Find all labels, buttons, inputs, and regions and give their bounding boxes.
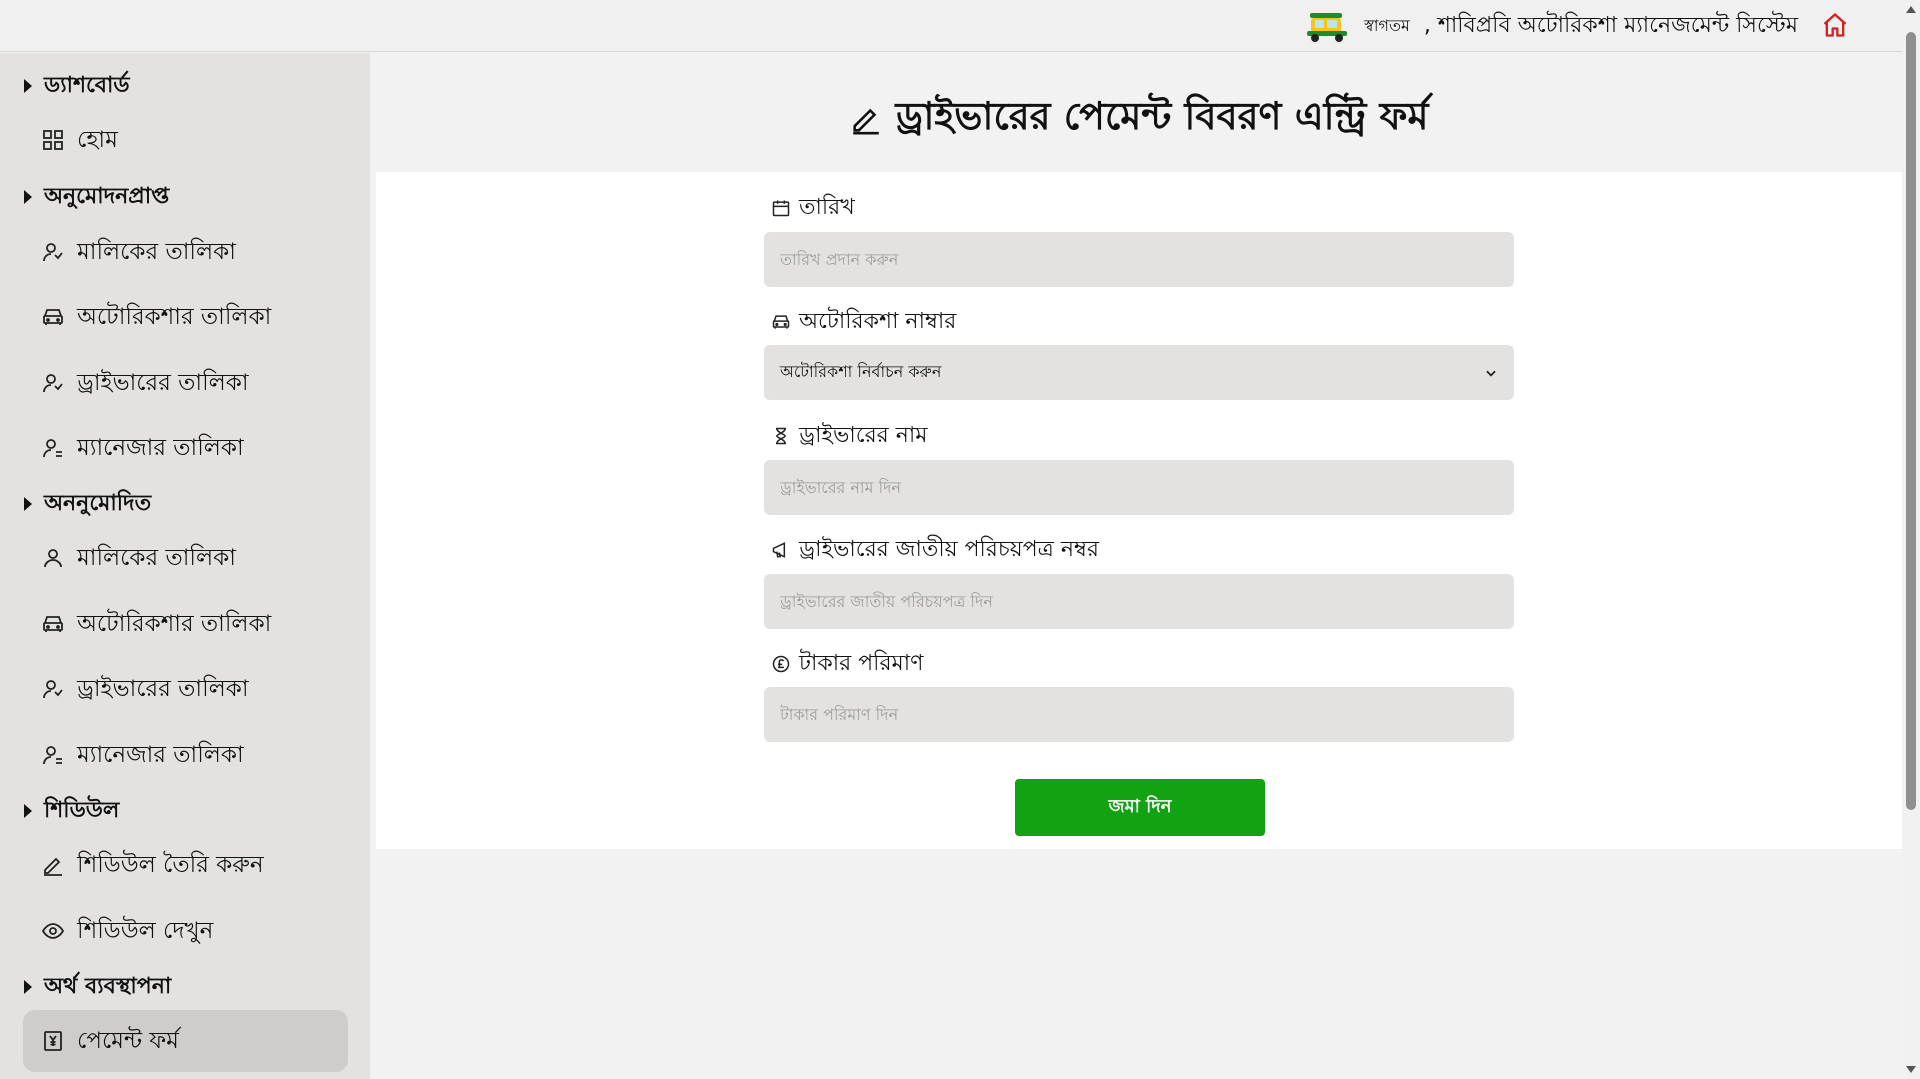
sidebar: ড্যাশবোর্ড হোম অনুমোদনপ্রাপ্ত মালিকের তা…	[0, 53, 370, 1079]
date-input[interactable]	[764, 232, 1514, 287]
section-label: শিডিউল	[44, 797, 120, 823]
sidebar-item-label: শিডিউল তৈরি করুন	[77, 851, 264, 878]
vehicle-icon	[43, 616, 63, 632]
submit-button[interactable]: জমা দিন	[1015, 779, 1265, 836]
page-title: ড্রাইভারের পেমেন্ট বিবরণ এন্ট্রি ফর্ম	[376, 87, 1902, 151]
date-label: তারিখ	[771, 192, 855, 224]
payment-form-card: তারিখ অটোরিকশা নাম্বার অটোরিকশা নির্বাচন…	[376, 172, 1902, 849]
grid-icon	[43, 130, 63, 150]
sidebar-item-approved-rickshaws[interactable]: অটোরিকশার তালিকা	[23, 286, 348, 348]
welcome-text: স্বাগতম	[1364, 15, 1410, 35]
scroll-down-icon[interactable]	[1906, 1066, 1916, 1073]
sidebar-item-label: ম্যানেজার তালিকা	[77, 434, 244, 461]
sidebar-item-create-schedule[interactable]: শিডিউল তৈরি করুন	[23, 834, 348, 896]
sidebar-item-label: মালিকের তালিকা	[77, 544, 236, 571]
pencil-icon	[44, 857, 62, 876]
sidebar-item-label: অটোরিকশার তালিকা	[77, 610, 272, 637]
sidebar-item-unapproved-drivers[interactable]: ড্রাইভারের তালিকা	[23, 658, 348, 720]
sidebar-item-unapproved-managers[interactable]: ম্যানেজার তালিকা	[23, 724, 348, 786]
page-title-text: ড্রাইভারের পেমেন্ট বিবরণ এন্ট্রি ফর্ম	[895, 94, 1429, 138]
section-label: অনুমোদনপ্রাপ্ত	[44, 183, 170, 209]
sidebar-item-label: শিডিউল দেখুন	[77, 917, 214, 944]
sidebar-item-payment-form[interactable]: পেমেন্ট ফর্ম	[23, 1010, 348, 1072]
driver-nid-label-text: ড্রাইভারের জাতীয় পরিচয়পত্র নম্বর	[799, 536, 1100, 562]
rickshaw-number-label: অটোরিকশা নাম্বার	[771, 306, 956, 338]
vehicle-icon	[772, 315, 790, 329]
section-label: অননুমোদিত	[44, 490, 152, 516]
home-button[interactable]	[1818, 8, 1852, 42]
page-scrollbar[interactable]	[1902, 0, 1920, 1079]
section-label: ড্যাশবোর্ড	[44, 72, 130, 98]
users-icon	[43, 680, 63, 699]
chevron-down-icon	[1486, 370, 1496, 377]
sidebar-item-label: অটোরিকশার তালিকা	[77, 303, 272, 330]
top-bar: স্বাগতম , শাবিপ্রবি অটোরিকশা ম্যানেজমেন্…	[0, 0, 1902, 52]
sidebar-section-dashboard[interactable]: ড্যাশবোর্ড	[24, 69, 130, 103]
driver-name-input[interactable]	[764, 460, 1514, 515]
caret-right-icon	[24, 79, 32, 93]
pencil-icon	[853, 108, 880, 135]
calendar-icon	[772, 200, 790, 217]
eye-icon	[41, 923, 65, 939]
user-list-icon	[43, 746, 62, 765]
sidebar-section-approved[interactable]: অনুমোদনপ্রাপ্ত	[24, 180, 169, 214]
scroll-up-icon[interactable]	[1906, 6, 1916, 13]
date-label-text: তারিখ	[799, 194, 855, 220]
rickshaw-number-label-text: অটোরিকশা নাম্বার	[799, 308, 957, 334]
rickshaw-select[interactable]: অটোরিকশা নির্বাচন করুন	[764, 345, 1514, 400]
driver-name-label: ড্রাইভারের নাম	[771, 420, 928, 452]
caret-right-icon	[24, 190, 32, 204]
rickshaw-select-value: অটোরিকশা নির্বাচন করুন	[780, 362, 942, 381]
sidebar-item-approved-managers[interactable]: ম্যানেজার তালিকা	[23, 417, 348, 479]
home-icon	[1823, 13, 1847, 37]
sidebar-item-label: মালিকের তালিকা	[77, 238, 236, 265]
caret-right-icon	[24, 980, 32, 994]
sidebar-item-home[interactable]: হোম	[23, 109, 348, 171]
sidebar-item-view-schedule[interactable]: শিডিউল দেখুন	[23, 900, 348, 962]
users-icon	[43, 374, 63, 393]
sidebar-item-approved-owners[interactable]: মালিকের তালিকা	[23, 221, 348, 283]
pound-coin-icon	[772, 655, 790, 673]
vehicle-icon	[43, 309, 63, 325]
sidebar-item-label: ম্যানেজার তালিকা	[77, 741, 244, 768]
megaphone-icon	[772, 542, 786, 558]
sidebar-item-unapproved-rickshaws[interactable]: অটোরিকশার তালিকা	[23, 593, 348, 655]
driver-nid-label: ড্রাইভারের জাতীয় পরিচয়পত্র নম্বর	[771, 534, 1099, 566]
user-list-icon	[43, 439, 62, 458]
sidebar-section-schedule[interactable]: শিডিউল	[24, 794, 119, 828]
auto-rickshaw-icon	[1307, 13, 1348, 42]
brand: স্বাগতম , শাবিপ্রবি অটোরিকশা ম্যানেজমেন্…	[1304, 9, 1798, 43]
amount-label-text: টাকার পরিমাণ	[799, 650, 924, 676]
sidebar-section-finance[interactable]: অর্থ ব্যবস্থাপনা	[24, 970, 171, 1004]
section-label: অর্থ ব্যবস্থাপনা	[44, 973, 172, 999]
sidebar-item-label: ড্রাইভারের তালিকা	[77, 675, 249, 702]
scrollbar-thumb[interactable]	[1906, 32, 1916, 810]
caret-right-icon	[24, 497, 32, 511]
amount-label: টাকার পরিমাণ	[771, 648, 923, 680]
sidebar-item-label: হোম	[77, 126, 118, 153]
sidebar-item-unapproved-owners[interactable]: মালিকের তালিকা	[23, 527, 348, 589]
hourglass-icon	[776, 427, 786, 445]
page-header: ড্রাইভারের পেমেন্ট বিবরণ এন্ট্রি ফর্ম	[376, 53, 1902, 172]
system-title: , শাবিপ্রবি অটোরিকশা ম্যানেজমেন্ট সিস্টে…	[1423, 12, 1798, 38]
driver-nid-input[interactable]	[764, 574, 1514, 629]
driver-name-label-text: ড্রাইভারের নাম	[799, 422, 928, 448]
user-icon	[44, 549, 62, 568]
amount-input[interactable]	[764, 687, 1514, 742]
caret-right-icon	[24, 804, 32, 818]
sidebar-section-unapproved[interactable]: অননুমোদিত	[24, 487, 151, 521]
users-icon	[43, 243, 63, 262]
sidebar-item-label: পেমেন্ট ফর্ম	[77, 1027, 179, 1054]
yen-receipt-icon	[44, 1031, 62, 1051]
sidebar-item-approved-drivers[interactable]: ড্রাইভারের তালিকা	[23, 352, 348, 414]
sidebar-item-label: ড্রাইভারের তালিকা	[77, 369, 249, 396]
